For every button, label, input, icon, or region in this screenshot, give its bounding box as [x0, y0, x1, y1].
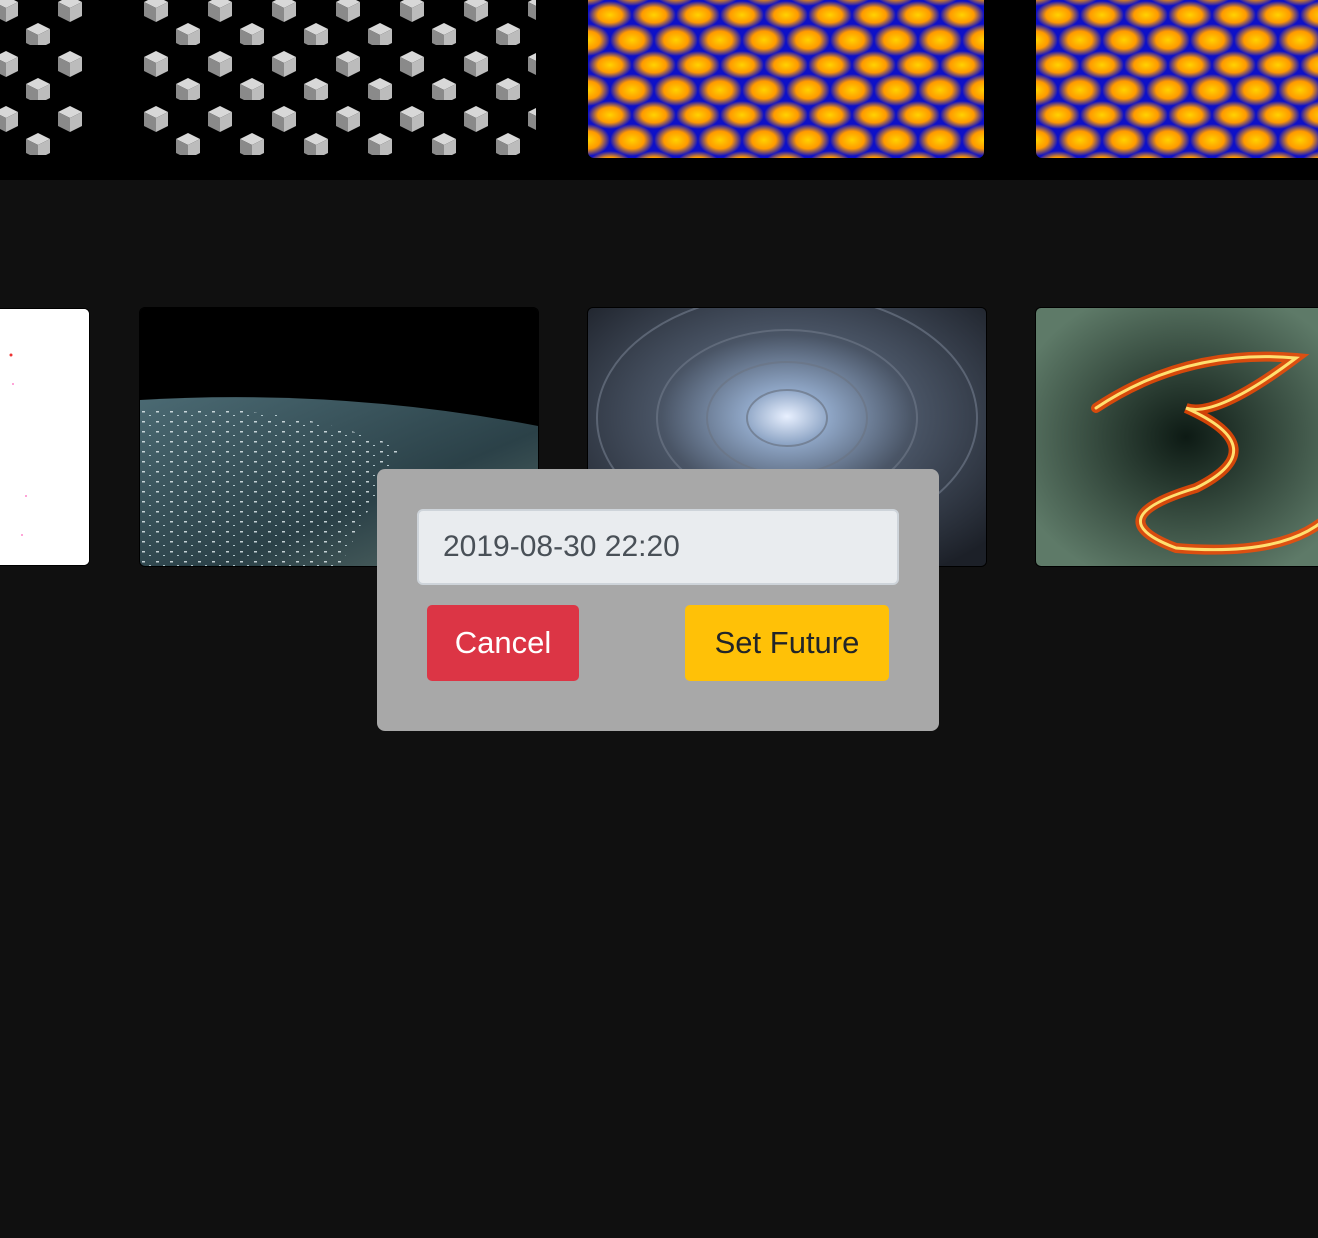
datetime-input[interactable] — [417, 509, 899, 585]
set-future-dialog: Cancel Set Future — [377, 469, 939, 731]
top-thumbnail-row — [0, 0, 1318, 180]
gallery-page: Cancel Set Future — [0, 0, 1318, 1238]
thumbnail-cubes-1[interactable] — [0, 0, 88, 158]
thumbnail-fire-ribbon[interactable] — [1035, 307, 1318, 567]
thumbnail-lattice-2[interactable] — [1036, 0, 1318, 158]
thumbnail-white-dots[interactable] — [0, 308, 90, 566]
set-future-button[interactable]: Set Future — [685, 605, 889, 681]
thumbnail-cubes-2[interactable] — [140, 0, 536, 158]
cancel-button[interactable]: Cancel — [427, 605, 579, 681]
thumbnail-lattice-1[interactable] — [588, 0, 984, 158]
